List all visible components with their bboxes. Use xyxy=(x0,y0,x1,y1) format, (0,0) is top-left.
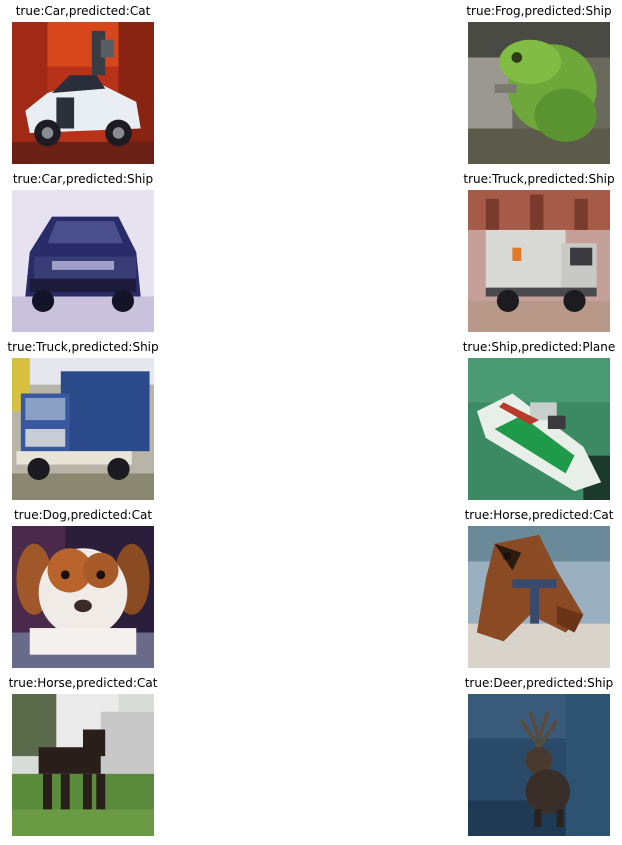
panel-image xyxy=(468,190,610,332)
panel-title: true:Frog,predicted:Ship xyxy=(466,4,612,18)
panel-title: true:Deer,predicted:Ship xyxy=(464,676,614,690)
prediction-panel: true:Frog,predicted:Ship xyxy=(459,4,619,164)
panel-title: true:Car,predicted:Ship xyxy=(12,172,154,186)
prediction-panel: true:Truck,predicted:Ship xyxy=(459,172,619,332)
panel-image xyxy=(12,526,154,668)
prediction-panel: true:Ship,predicted:Plane xyxy=(459,340,619,500)
panel-image xyxy=(12,358,154,500)
panel-title: true:Ship,predicted:Plane xyxy=(462,340,616,354)
panel-title: true:Horse,predicted:Cat xyxy=(8,676,158,690)
prediction-panel: true:Horse,predicted:Cat xyxy=(459,508,619,668)
prediction-panel: true:Car,predicted:Cat xyxy=(3,4,163,164)
panel-title: true:Car,predicted:Cat xyxy=(15,4,151,18)
panel-title: true:Dog,predicted:Cat xyxy=(13,508,153,522)
prediction-panel: true:Car,predicted:Ship xyxy=(3,172,163,332)
panel-image xyxy=(12,22,154,164)
prediction-panel: true:Deer,predicted:Ship xyxy=(459,676,619,836)
prediction-panel: true:Dog,predicted:Cat xyxy=(3,508,163,668)
panel-title: true:Horse,predicted:Cat xyxy=(464,508,614,522)
panel-image xyxy=(12,694,154,836)
panel-title: true:Truck,predicted:Ship xyxy=(463,172,615,186)
panel-image xyxy=(468,526,610,668)
panel-image xyxy=(468,358,610,500)
panel-image xyxy=(12,190,154,332)
panel-image xyxy=(468,22,610,164)
prediction-panel: true:Horse,predicted:Cat xyxy=(3,676,163,836)
panel-title: true:Truck,predicted:Ship xyxy=(7,340,159,354)
prediction-panel: true:Truck,predicted:Ship xyxy=(3,340,163,500)
panel-image xyxy=(468,694,610,836)
